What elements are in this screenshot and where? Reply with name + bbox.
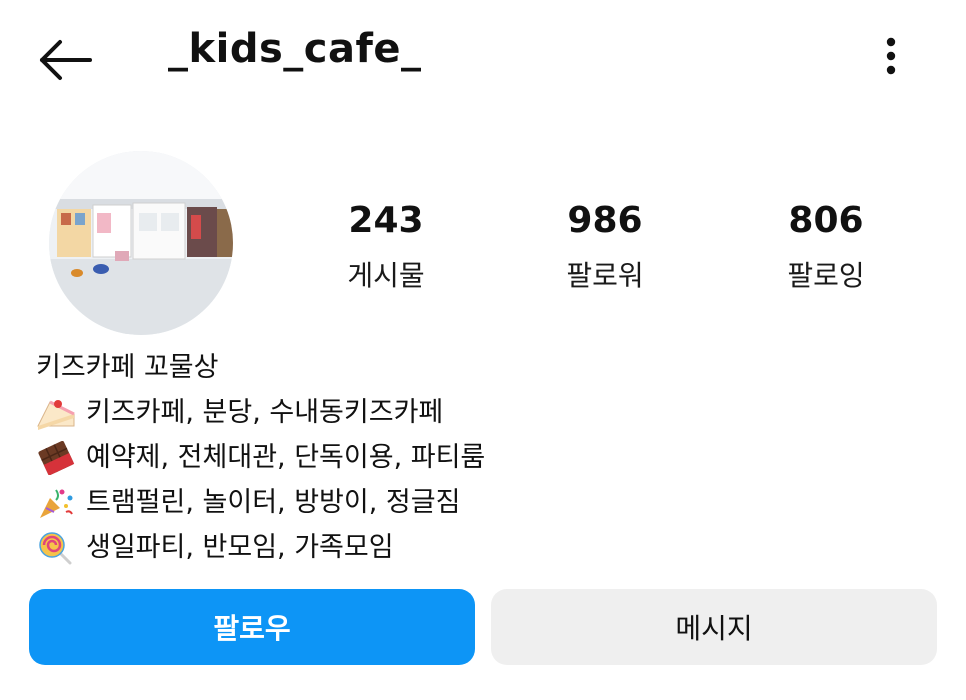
bio-line: 예약제, 전체대관, 단독이용, 파티룸 <box>36 435 636 480</box>
stat-followers[interactable]: 986 팔로워 <box>525 198 685 294</box>
posts-label: 게시물 <box>347 259 425 292</box>
avatar[interactable] <box>49 151 233 335</box>
profile-bio: 키즈카페 꼬물상 키즈카페, 분당, 수내동키즈카페 예약제, 전체대관, 단독… <box>36 345 636 570</box>
profile-username: _kids_cafe_ <box>168 26 422 72</box>
bio-text: 생일파티, 반모임, 가족모임 <box>86 532 394 563</box>
follow-button[interactable]: 팔로우 <box>29 589 475 665</box>
followers-count: 986 <box>567 200 643 241</box>
bio-text: 트램펄린, 놀이터, 방방이, 정글짐 <box>86 487 461 518</box>
back-arrow-icon[interactable] <box>34 36 94 84</box>
followers-label: 팔로워 <box>566 259 644 292</box>
posts-count: 243 <box>348 200 424 241</box>
chocolate-icon <box>36 440 76 476</box>
message-button[interactable]: 메시지 <box>491 589 937 665</box>
top-bar: _kids_cafe_ <box>0 0 966 110</box>
bio-line: 키즈카페, 분당, 수내동키즈카페 <box>36 390 636 435</box>
bio-text: 예약제, 전체대관, 단독이용, 파티룸 <box>86 442 486 473</box>
more-vertical-icon[interactable] <box>874 34 908 82</box>
following-count: 806 <box>788 200 864 241</box>
bio-line: 트램펄린, 놀이터, 방방이, 정글짐 <box>36 480 636 525</box>
stat-following[interactable]: 806 팔로잉 <box>746 198 906 294</box>
following-label: 팔로잉 <box>787 259 865 292</box>
cake-icon <box>36 396 76 430</box>
profile-stats: 243 게시물 986 팔로워 806 팔로잉 <box>276 198 966 298</box>
party-popper-icon <box>36 486 76 520</box>
bio-name: 키즈카페 꼬물상 <box>36 352 219 383</box>
bio-line: 생일파티, 반모임, 가족모임 <box>36 525 636 570</box>
stat-posts[interactable]: 243 게시물 <box>306 198 466 294</box>
lollipop-icon <box>36 531 76 565</box>
bio-text: 키즈카페, 분당, 수내동키즈카페 <box>86 397 444 428</box>
